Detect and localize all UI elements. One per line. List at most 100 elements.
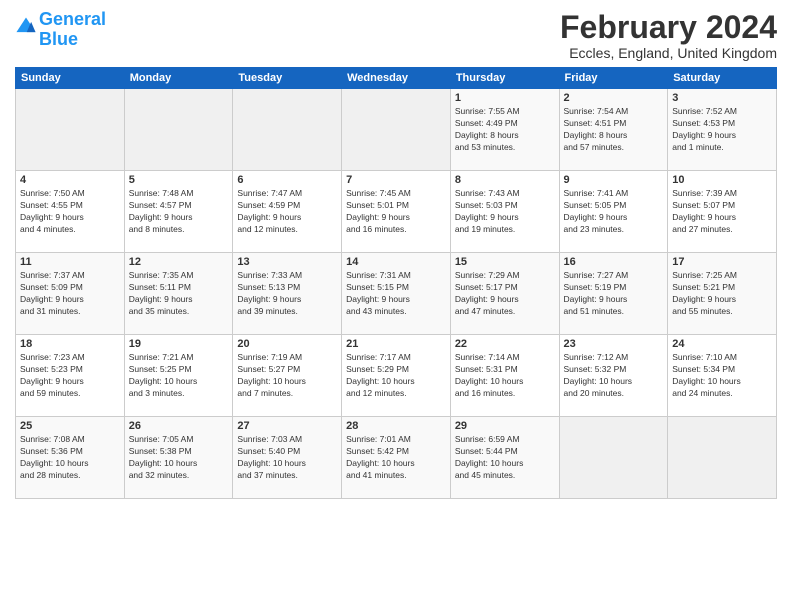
day-info: Sunrise: 7:43 AM Sunset: 5:03 PM Dayligh… [455, 188, 555, 236]
day-number: 25 [20, 420, 120, 432]
day-number: 5 [129, 174, 229, 186]
calendar-cell: 1Sunrise: 7:55 AM Sunset: 4:49 PM Daylig… [450, 89, 559, 171]
day-number: 22 [455, 338, 555, 350]
day-info: Sunrise: 7:48 AM Sunset: 4:57 PM Dayligh… [129, 188, 229, 236]
day-of-week-header: Tuesday [233, 68, 342, 89]
calendar-cell: 12 Sunrise: 7:35 AM Sunset: 5:11 PM Dayli… [124, 253, 233, 335]
day-info: Sunrise: 7:05 AM Sunset: 5:38 PM Dayligh… [129, 434, 229, 482]
day-number: 16 [564, 256, 664, 268]
day-of-week-header: Thursday [450, 68, 559, 89]
calendar-cell: 28 Sunrise: 7:01 AM Sunset: 5:42 PM Dayli… [342, 417, 451, 499]
day-info: Sunrise: 7:10 AM Sunset: 5:34 PM Dayligh… [672, 352, 772, 400]
day-number: 17 [672, 256, 772, 268]
day-info: Sunrise: 7:54 AM Sunset: 4:51 PM Dayligh… [564, 106, 664, 154]
calendar-cell [16, 89, 125, 171]
day-info: Sunrise: 7:01 AM Sunset: 5:42 PM Dayligh… [346, 434, 446, 482]
day-info: Sunrise: 7:45 AM Sunset: 5:01 PM Dayligh… [346, 188, 446, 236]
calendar-cell: 17 Sunrise: 7:25 AM Sunset: 5:21 PM Dayli… [668, 253, 777, 335]
calendar-week-row: 18Sunrise: 7:23 AM Sunset: 5:23 PM Dayli… [16, 335, 777, 417]
calendar-cell: 16 Sunrise: 7:27 AM Sunset: 5:19 PM Dayli… [559, 253, 668, 335]
calendar-cell: 13 Sunrise: 7:33 AM Sunset: 5:13 PM Dayli… [233, 253, 342, 335]
calendar-cell [668, 417, 777, 499]
day-number: 26 [129, 420, 229, 432]
page-header: General Blue February 2024 Eccles, Engla… [15, 10, 777, 61]
day-number: 20 [237, 338, 337, 350]
calendar-cell: 9Sunrise: 7:41 AM Sunset: 5:05 PM Daylig… [559, 171, 668, 253]
calendar-cell [559, 417, 668, 499]
day-number: 13 [237, 256, 337, 268]
calendar-cell: 21Sunrise: 7:17 AM Sunset: 5:29 PM Dayli… [342, 335, 451, 417]
day-number: 29 [455, 420, 555, 432]
day-number: 3 [672, 92, 772, 104]
calendar-cell: 3Sunrise: 7:52 AM Sunset: 4:53 PM Daylig… [668, 89, 777, 171]
calendar-cell: 27Sunrise: 7:03 AM Sunset: 5:40 PM Dayli… [233, 417, 342, 499]
calendar-table: SundayMondayTuesdayWednesdayThursdayFrid… [15, 67, 777, 499]
calendar-cell: 19 Sunrise: 7:21 AM Sunset: 5:25 PM Dayli… [124, 335, 233, 417]
day-of-week-header: Wednesday [342, 68, 451, 89]
day-number: 7 [346, 174, 446, 186]
day-info: Sunrise: 6:59 AM Sunset: 5:44 PM Dayligh… [455, 434, 555, 482]
logo-text: General Blue [39, 10, 106, 50]
logo-general: General [39, 9, 106, 29]
day-number: 11 [20, 256, 120, 268]
logo-icon [15, 16, 37, 38]
calendar-cell: 20 Sunrise: 7:19 AM Sunset: 5:27 PM Dayli… [233, 335, 342, 417]
day-number: 10 [672, 174, 772, 186]
day-info: Sunrise: 7:50 AM Sunset: 4:55 PM Dayligh… [20, 188, 120, 236]
day-info: Sunrise: 7:19 AM Sunset: 5:27 PM Dayligh… [237, 352, 337, 400]
day-number: 1 [455, 92, 555, 104]
day-info: Sunrise: 7:37 AM Sunset: 5:09 PM Dayligh… [20, 270, 120, 318]
calendar-cell [342, 89, 451, 171]
day-number: 21 [346, 338, 446, 350]
calendar-cell: 2 Sunrise: 7:54 AM Sunset: 4:51 PM Daylig… [559, 89, 668, 171]
calendar-cell: 24Sunrise: 7:10 AM Sunset: 5:34 PM Dayli… [668, 335, 777, 417]
day-info: Sunrise: 7:25 AM Sunset: 5:21 PM Dayligh… [672, 270, 772, 318]
day-number: 9 [564, 174, 664, 186]
day-number: 8 [455, 174, 555, 186]
calendar-cell: 15Sunrise: 7:29 AM Sunset: 5:17 PM Dayli… [450, 253, 559, 335]
day-number: 28 [346, 420, 446, 432]
calendar-cell: 22 Sunrise: 7:14 AM Sunset: 5:31 PM Dayli… [450, 335, 559, 417]
day-info: Sunrise: 7:47 AM Sunset: 4:59 PM Dayligh… [237, 188, 337, 236]
calendar-cell: 18Sunrise: 7:23 AM Sunset: 5:23 PM Dayli… [16, 335, 125, 417]
day-info: Sunrise: 7:31 AM Sunset: 5:15 PM Dayligh… [346, 270, 446, 318]
calendar-cell: 10Sunrise: 7:39 AM Sunset: 5:07 PM Dayli… [668, 171, 777, 253]
calendar-cell: 29 Sunrise: 6:59 AM Sunset: 5:44 PM Dayli… [450, 417, 559, 499]
calendar-header-row: SundayMondayTuesdayWednesdayThursdayFrid… [16, 68, 777, 89]
day-info: Sunrise: 7:08 AM Sunset: 5:36 PM Dayligh… [20, 434, 120, 482]
calendar-week-row: 11 Sunrise: 7:37 AM Sunset: 5:09 PM Dayli… [16, 253, 777, 335]
page-title: February 2024 [560, 10, 777, 45]
day-info: Sunrise: 7:27 AM Sunset: 5:19 PM Dayligh… [564, 270, 664, 318]
day-info: Sunrise: 7:35 AM Sunset: 5:11 PM Dayligh… [129, 270, 229, 318]
calendar-week-row: 1Sunrise: 7:55 AM Sunset: 4:49 PM Daylig… [16, 89, 777, 171]
calendar-cell [124, 89, 233, 171]
day-number: 2 [564, 92, 664, 104]
day-of-week-header: Saturday [668, 68, 777, 89]
day-of-week-header: Friday [559, 68, 668, 89]
day-number: 23 [564, 338, 664, 350]
day-info: Sunrise: 7:12 AM Sunset: 5:32 PM Dayligh… [564, 352, 664, 400]
day-of-week-header: Sunday [16, 68, 125, 89]
logo: General Blue [15, 10, 106, 50]
day-number: 14 [346, 256, 446, 268]
calendar-cell: 23 Sunrise: 7:12 AM Sunset: 5:32 PM Dayli… [559, 335, 668, 417]
day-number: 12 [129, 256, 229, 268]
day-info: Sunrise: 7:21 AM Sunset: 5:25 PM Dayligh… [129, 352, 229, 400]
day-number: 18 [20, 338, 120, 350]
day-number: 19 [129, 338, 229, 350]
calendar-cell: 5 Sunrise: 7:48 AM Sunset: 4:57 PM Daylig… [124, 171, 233, 253]
day-of-week-header: Monday [124, 68, 233, 89]
calendar-cell: 11 Sunrise: 7:37 AM Sunset: 5:09 PM Dayli… [16, 253, 125, 335]
title-block: February 2024 Eccles, England, United Ki… [560, 10, 777, 61]
calendar-cell: 26 Sunrise: 7:05 AM Sunset: 5:38 PM Dayli… [124, 417, 233, 499]
day-info: Sunrise: 7:33 AM Sunset: 5:13 PM Dayligh… [237, 270, 337, 318]
day-number: 27 [237, 420, 337, 432]
logo-blue: Blue [39, 29, 78, 49]
calendar-cell: 25 Sunrise: 7:08 AM Sunset: 5:36 PM Dayli… [16, 417, 125, 499]
page-subtitle: Eccles, England, United Kingdom [560, 45, 777, 61]
day-number: 4 [20, 174, 120, 186]
calendar-cell: 4 Sunrise: 7:50 AM Sunset: 4:55 PM Daylig… [16, 171, 125, 253]
calendar-cell: 6Sunrise: 7:47 AM Sunset: 4:59 PM Daylig… [233, 171, 342, 253]
day-info: Sunrise: 7:14 AM Sunset: 5:31 PM Dayligh… [455, 352, 555, 400]
calendar-cell: 14 Sunrise: 7:31 AM Sunset: 5:15 PM Dayli… [342, 253, 451, 335]
